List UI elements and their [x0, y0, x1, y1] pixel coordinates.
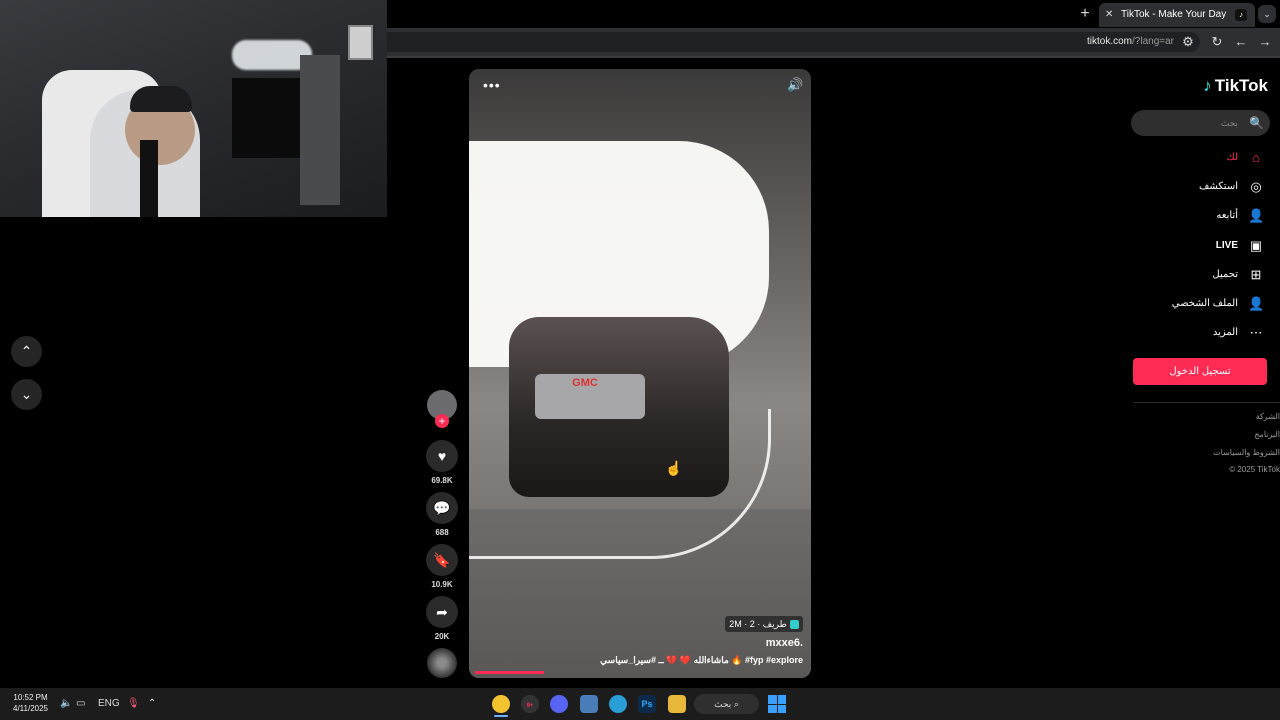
url-host: tiktok.com [1087, 36, 1133, 47]
file-explorer-taskbar-icon[interactable] [668, 695, 686, 713]
more-options-icon[interactable]: ••• [483, 77, 501, 93]
tiktok-favicon-icon: ♪ [1235, 9, 1247, 21]
comment-icon: 💬 [433, 500, 451, 516]
url-path: /?lang=ar [1132, 36, 1174, 47]
taskbar-search[interactable]: بحث ⌕ [694, 694, 759, 714]
footer-program-link[interactable]: البرنامج [1150, 429, 1280, 441]
url-text[interactable]: tiktok.com/?lang=ar [1040, 32, 1174, 52]
nav-foryou-label[interactable]: لك [1118, 150, 1238, 166]
mouse-cursor: ☝ [665, 460, 683, 476]
chrome-taskbar-icon[interactable] [492, 695, 510, 713]
footer-terms-link[interactable]: الشروط والسياسات [1150, 447, 1280, 459]
photoshop-taskbar-icon[interactable]: Ps [638, 695, 656, 713]
more-icon[interactable]: ⋯ [1248, 325, 1264, 341]
discord-taskbar-icon[interactable] [550, 695, 568, 713]
site-settings-icon[interactable]: ⚙ [1178, 32, 1198, 52]
like-button[interactable]: ♥ [426, 440, 458, 472]
desktop-taskbar-icon[interactable] [580, 695, 598, 713]
bookmark-count: 10.9K [431, 580, 453, 589]
home-icon[interactable]: ⌂ [1248, 150, 1264, 166]
reload-icon[interactable]: ↻ [1207, 32, 1227, 52]
sidebar-divider [1133, 402, 1280, 403]
footer-company-link[interactable]: الشركة [1150, 411, 1280, 423]
webcam-overlay [0, 0, 387, 217]
video-badge[interactable]: 2M · طريف · 2 [725, 616, 803, 632]
volume-icon[interactable]: 🔊 [787, 77, 803, 93]
sound-disc[interactable] [427, 648, 457, 678]
background-shelf [300, 55, 340, 205]
comment-button[interactable]: 💬 [426, 492, 458, 524]
video-author[interactable]: mxxe6. [729, 637, 803, 649]
system-clock[interactable]: 10:52 PM 4/11/2025 [8, 692, 53, 714]
clock-time: 10:52 PM [13, 693, 48, 702]
tab-title: TikTok - Make Your Day [1121, 9, 1227, 20]
live-icon[interactable]: ▣ [1248, 238, 1264, 254]
profile-icon[interactable]: 👤 [1248, 296, 1264, 312]
network-icon[interactable]: ▭ [76, 696, 85, 712]
microphone [140, 140, 158, 217]
video-progress-bar[interactable] [475, 671, 545, 674]
active-app-indicator [494, 715, 508, 717]
chevron-up-icon: ⌃ [20, 343, 33, 359]
nav-explore-label[interactable]: استكشف [1118, 179, 1238, 195]
heart-icon: ♥ [437, 448, 447, 464]
badge-icon [789, 620, 799, 630]
background-monitor [232, 78, 302, 158]
edge-taskbar-icon[interactable] [609, 695, 627, 713]
badge-text: 2M · طريف · 2 [729, 619, 787, 629]
speaker-icon[interactable]: 🔈 [60, 696, 72, 712]
nav-profile-label[interactable]: الملف الشخصي [1118, 296, 1238, 312]
new-tab-button[interactable]: + [1077, 6, 1093, 22]
search-icon[interactable]: 🔍 [1249, 110, 1264, 136]
chevron-down-icon: ⌄ [20, 386, 33, 402]
footer-copyright: © 2025 TikTok [1229, 465, 1280, 474]
brand-name: TikTok [1214, 76, 1268, 95]
forward-icon[interactable]: → [1255, 32, 1275, 52]
toolbar-divider [387, 56, 1280, 58]
taskbar-search-label: بحث [714, 699, 732, 709]
follow-button[interactable]: + [435, 414, 449, 428]
browser-tab[interactable]: ✕ TikTok - Make Your Day ♪ [1099, 3, 1255, 27]
search-placeholder: بحث [1220, 118, 1238, 128]
comment-count: 688 [435, 528, 449, 537]
close-tab-icon[interactable]: ✕ [1105, 3, 1113, 27]
following-icon[interactable]: 👤 [1248, 208, 1264, 224]
microphone-icon[interactable]: 🎙 [127, 696, 140, 712]
wall-frame [348, 25, 373, 60]
share-button[interactable]: ➦ [426, 596, 458, 628]
bookmark-icon: 🔖 [433, 552, 451, 568]
like-count: 69.8K [431, 476, 453, 485]
notification-badge: 9+ [526, 703, 534, 709]
video-caption[interactable]: ماشاءالله ❤️ 💔 ــ #سيرا_سياسي 🔥 #fyp #ex… [579, 655, 803, 666]
tiktok-logo[interactable]: ♪ TikTok [1184, 74, 1268, 98]
compass-icon[interactable]: ◎ [1248, 179, 1264, 195]
clock-date: 4/11/2025 [13, 704, 48, 713]
nav-more-label[interactable]: المزيد [1118, 325, 1238, 341]
streamer-cap [130, 86, 192, 112]
truck-logo: GMC [572, 377, 598, 389]
next-video-button[interactable]: ⌄ [11, 379, 42, 410]
upload-icon[interactable]: ⊞ [1248, 267, 1264, 283]
share-icon: ➦ [436, 604, 448, 620]
obs-taskbar-icon[interactable]: 9+ [521, 695, 539, 713]
nav-live-label[interactable]: LIVE [1118, 238, 1238, 254]
video-player[interactable]: GMC ••• 🔊 2M · طريف · 2 mxxe6. ماشاءالله… [469, 69, 811, 678]
back-icon[interactable]: ← [1231, 32, 1251, 52]
tray-chevron-up-icon[interactable]: ⌃ [148, 696, 156, 712]
windows-start-icon[interactable] [768, 695, 786, 713]
share-count: 20K [434, 632, 450, 641]
tab-search-button[interactable]: ⌄ [1258, 5, 1276, 23]
login-button[interactable]: تسجيل الدخول [1133, 358, 1267, 385]
tiktok-note-icon: ♪ [1203, 76, 1212, 95]
nav-following-label[interactable]: أتابعه [1118, 208, 1238, 224]
bookmark-button[interactable]: 🔖 [426, 544, 458, 576]
previous-video-button[interactable]: ⌃ [11, 336, 42, 367]
language-indicator[interactable]: ENG [98, 696, 120, 712]
nav-upload-label[interactable]: تحميل [1118, 267, 1238, 283]
taskbar-search-icon: ⌕ [733, 699, 739, 709]
